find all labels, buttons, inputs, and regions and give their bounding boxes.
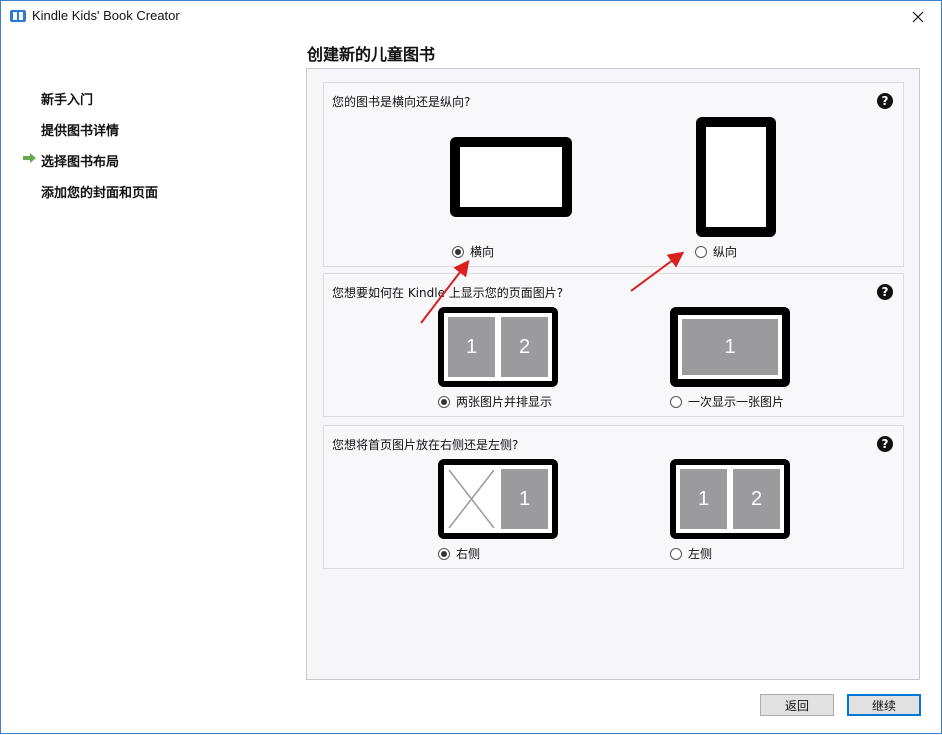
first-page-question: 您想将首页图片放在右侧还是左侧? (332, 438, 519, 452)
back-button[interactable]: 返回 (760, 694, 834, 716)
portrait-device-image (696, 117, 776, 237)
layout-panel: 您的图书是横向还是纵向? ? 横向 纵向 您想要如何在 Kindle 上显示您的… (306, 68, 920, 680)
left-side-screen: 1 2 (676, 465, 784, 533)
first-page-section: 您想将首页图片放在右侧还是左侧? ? 1 1 2 右侧 左侧 (323, 425, 904, 569)
display-question: 您想要如何在 Kindle 上显示您的页面图片? (332, 286, 564, 300)
right-radio[interactable] (438, 547, 450, 560)
next-button[interactable]: 继续 (847, 694, 921, 716)
landscape-option[interactable]: 横向 (452, 243, 494, 260)
page-title: 创建新的儿童图书 (307, 45, 436, 64)
landscape-device-image (450, 137, 572, 217)
help-icon[interactable]: ? (877, 436, 893, 452)
nav-item-cover-and-pages[interactable]: 添加您的封面和页面 (41, 182, 158, 201)
right-side-screen: 1 (444, 465, 552, 533)
page-1: 1 (448, 317, 495, 377)
portrait-option[interactable]: 纵向 (695, 243, 737, 260)
orientation-question: 您的图书是横向还是纵向? (332, 95, 471, 109)
blank-page-cross-icon (448, 469, 495, 529)
title-bar: Kindle Kids' Book Creator (1, 1, 941, 32)
close-icon (912, 11, 924, 22)
window-title: Kindle Kids' Book Creator (32, 8, 180, 23)
single-page-device-image: 1 (670, 307, 790, 387)
help-icon[interactable]: ? (877, 93, 893, 109)
nav-item-getting-started[interactable]: 新手入门 (41, 89, 93, 108)
single-page-screen: 1 (678, 315, 782, 379)
left-option[interactable]: 左侧 (670, 545, 712, 562)
one-at-a-time-radio[interactable] (670, 395, 682, 408)
two-page-device-image: 1 2 (438, 307, 558, 387)
page-1: 1 (501, 469, 548, 529)
display-section: 您想要如何在 Kindle 上显示您的页面图片? ? 1 2 1 两张图片并排显… (323, 273, 904, 417)
left-label: 左侧 (688, 547, 713, 561)
landscape-screen (460, 147, 562, 207)
orientation-section: 您的图书是横向还是纵向? ? 横向 纵向 (323, 82, 904, 267)
one-at-a-time-label: 一次显示一张图片 (688, 395, 785, 409)
page-2: 2 (501, 317, 548, 377)
landscape-radio[interactable] (452, 245, 464, 258)
page-2: 2 (733, 469, 780, 529)
side-by-side-label: 两张图片并排显示 (456, 395, 553, 409)
side-by-side-option[interactable]: 两张图片并排显示 (438, 393, 552, 410)
portrait-screen (706, 127, 766, 227)
right-option[interactable]: 右侧 (438, 545, 480, 562)
left-radio[interactable] (670, 547, 682, 560)
page-1: 1 (682, 319, 778, 375)
right-side-device-image: 1 (438, 459, 558, 539)
nav-item-book-layout[interactable]: 选择图书布局 (41, 151, 119, 170)
two-page-screen: 1 2 (444, 313, 552, 381)
portrait-label: 纵向 (713, 245, 738, 259)
close-button[interactable] (895, 1, 941, 32)
landscape-label: 横向 (470, 245, 495, 259)
left-side-device-image: 1 2 (670, 459, 790, 539)
right-label: 右侧 (456, 547, 481, 561)
side-by-side-radio[interactable] (438, 395, 450, 408)
current-step-arrow-icon (23, 153, 36, 163)
book-app-icon (10, 10, 26, 22)
nav-item-book-details[interactable]: 提供图书详情 (41, 120, 119, 139)
help-icon[interactable]: ? (877, 284, 893, 300)
app-window: Kindle Kids' Book Creator 新手入门 提供图书详情 选择… (0, 0, 942, 734)
portrait-radio[interactable] (695, 245, 707, 258)
one-at-a-time-option[interactable]: 一次显示一张图片 (670, 393, 784, 410)
page-1: 1 (680, 469, 727, 529)
